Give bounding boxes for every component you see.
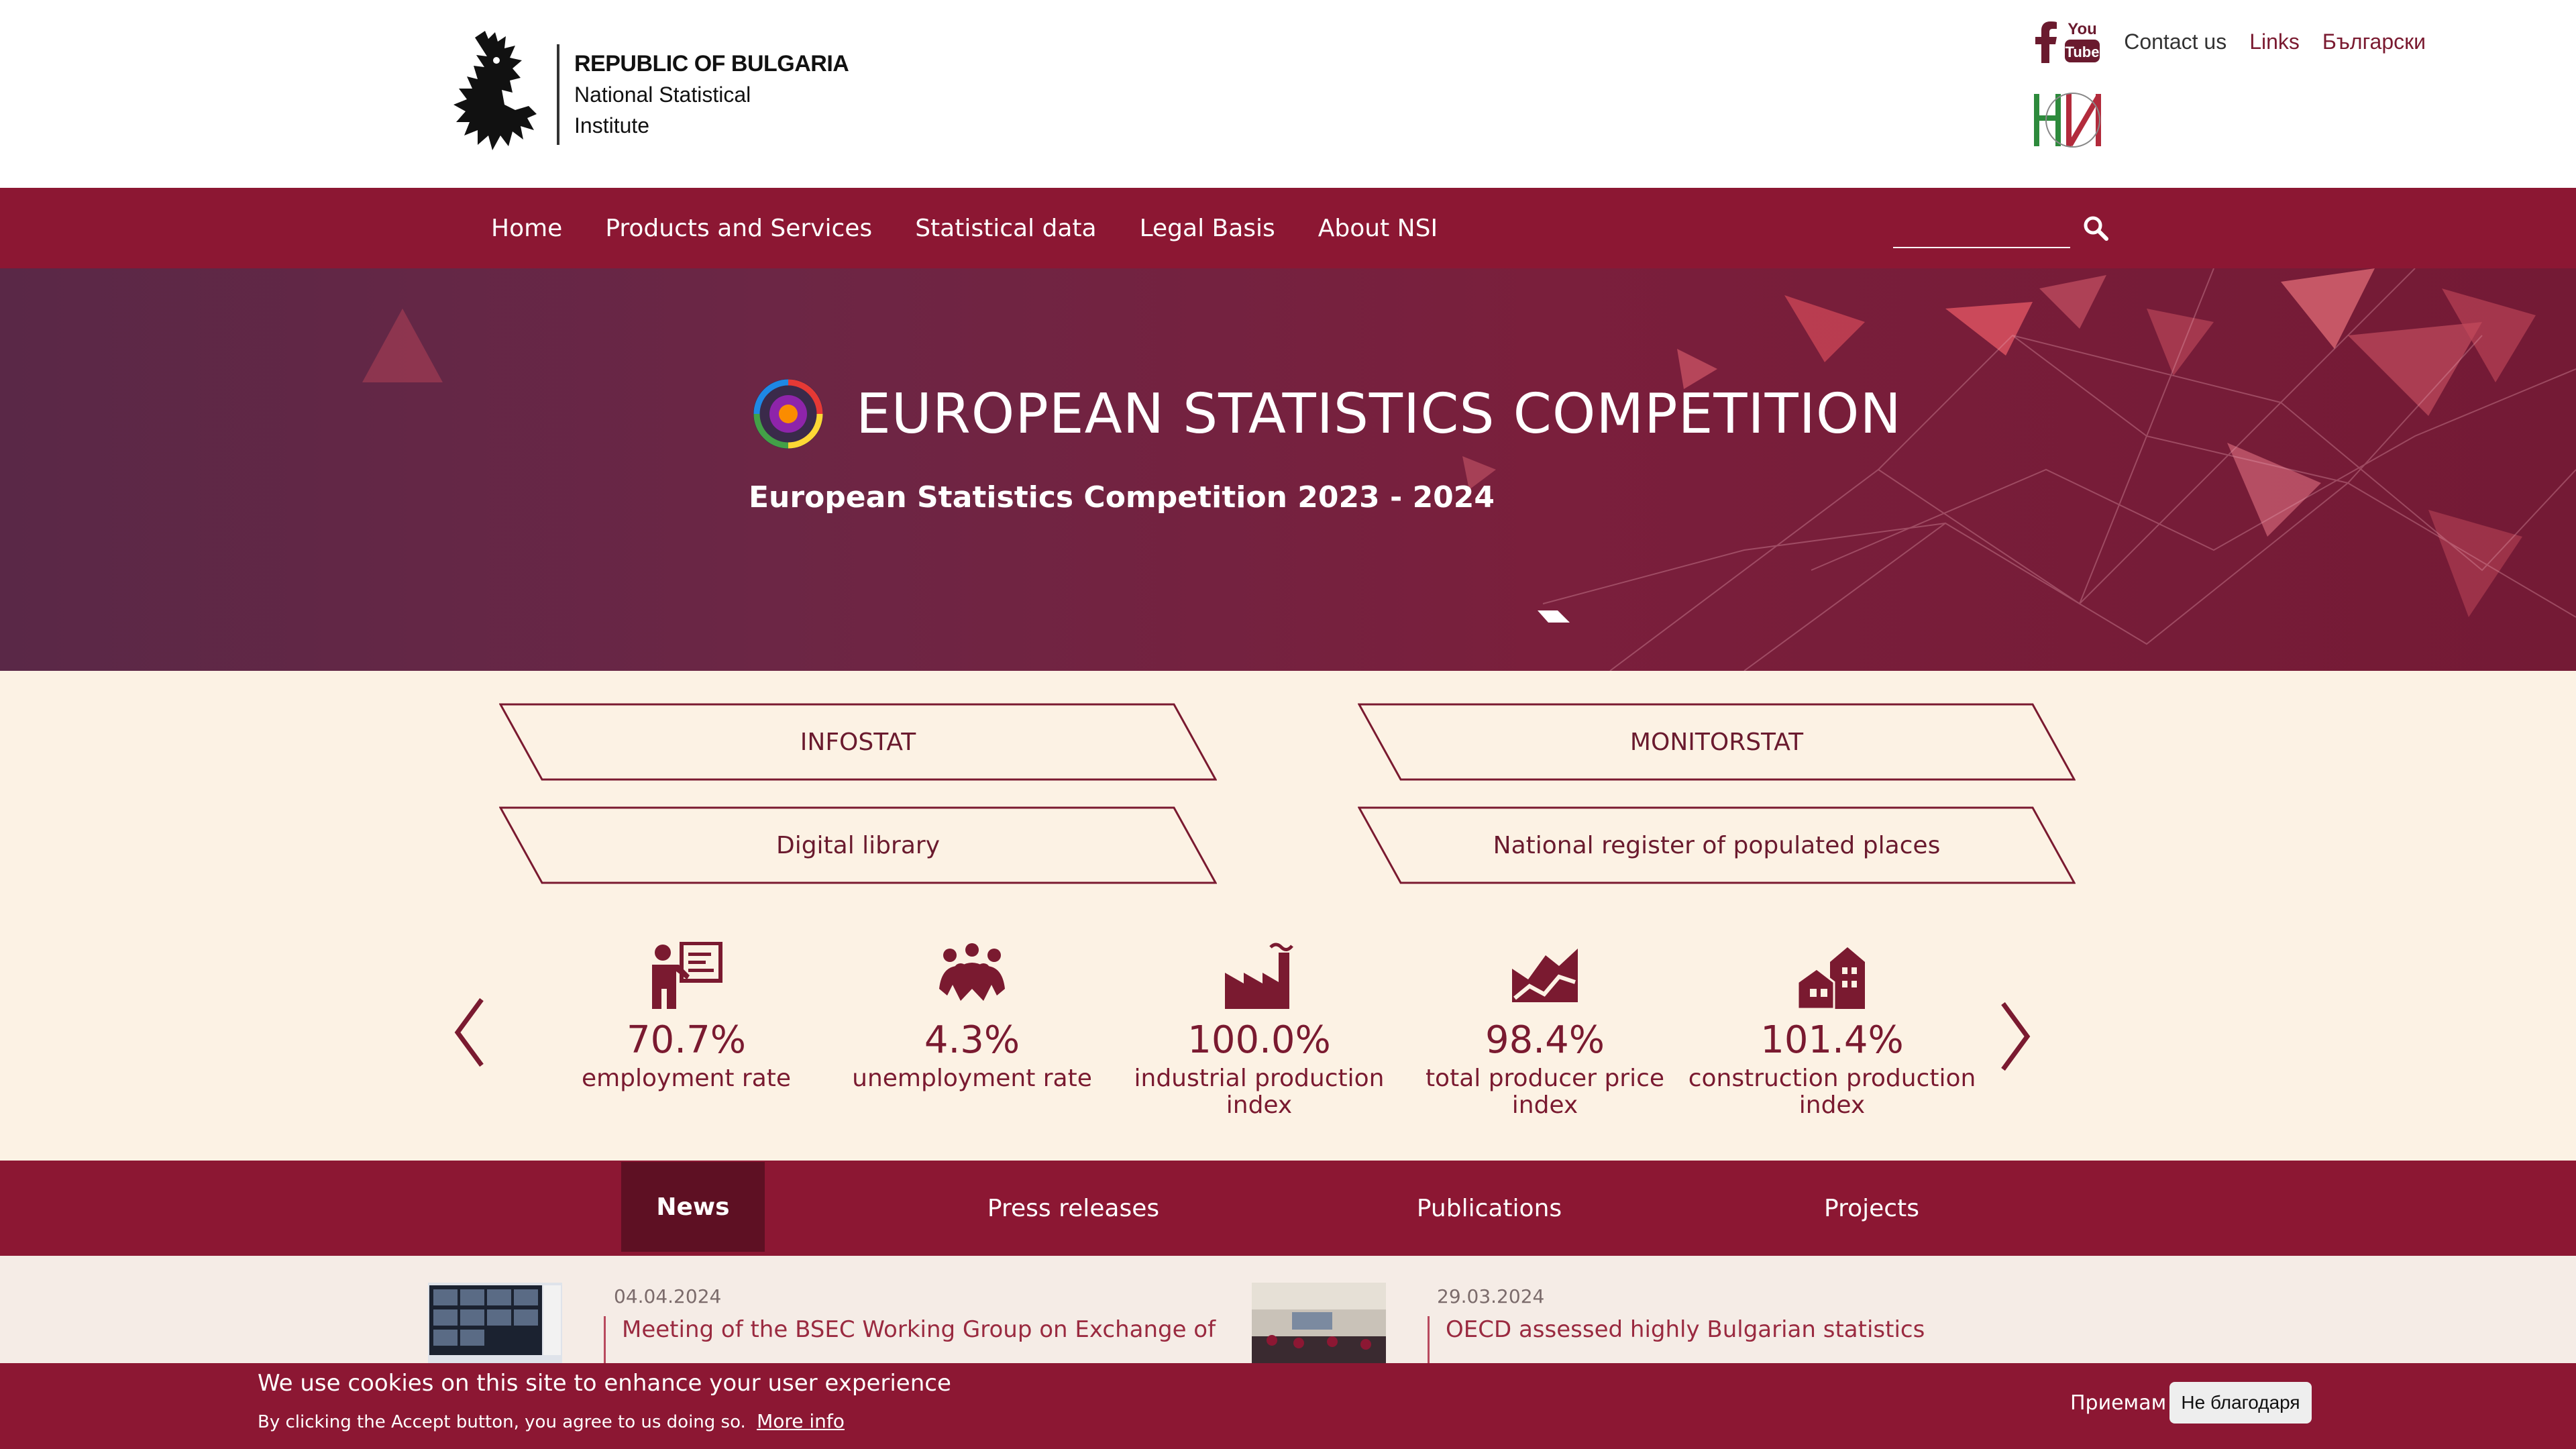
news-list: 04.04.2024 Meeting of the BSEC Working G… [0,1256,2576,1363]
cookie-consent-text: By clicking the Accept button, you agree… [258,1412,746,1432]
employment-rate-label: employment rate [581,1065,792,1092]
site-logo[interactable]: REPUBLIC OF BULGARIA National Statistica… [448,31,851,158]
header: REPUBLIC OF BULGARIA National Statistica… [0,0,2576,188]
logo-divider [557,44,559,145]
contact-us-link[interactable]: Contact us [2124,30,2226,54]
cookie-submessage: By clicking the Accept button, you agree… [258,1410,845,1432]
nav-statistical-data[interactable]: Statistical data [894,215,1118,242]
main-menu: Home Products and Services Statistical d… [470,188,1459,268]
cookie-banner: We use cookies on this site to enhance y… [0,1363,2576,1449]
hero-title: EUROPEAN STATISTICS COMPETITION [856,382,1902,446]
tab-publications[interactable]: Publications [1395,1161,1583,1256]
tab-news[interactable]: News [621,1162,765,1252]
digital-library-button[interactable]: Digital library [499,806,1217,884]
group-icon [939,943,1005,1001]
indicator-industrial-production[interactable]: 100.0% industrial production index [1115,942,1403,1119]
hero-title-row: EUROPEAN STATISTICS COMPETITION [750,376,1902,452]
populated-places-register-button[interactable]: National register of populated places [1358,806,2076,884]
nsi-monogram-icon[interactable] [2031,90,2114,150]
news-title-link[interactable]: Meeting of the BSEC Working Group on Exc… [604,1316,1216,1363]
search-input[interactable] [1893,215,2070,248]
construction-production-label: construction production index [1688,1065,1976,1119]
producer-price-index-label: total producer price index [1425,1065,1665,1119]
page: REPUBLIC OF BULGARIA National Statistica… [0,0,2576,1449]
factory-icon [1225,943,1293,1009]
infostat-label: INFOSTAT [800,728,916,756]
industrial-production-label: industrial production index [1134,1065,1385,1119]
search-icon[interactable] [2080,212,2112,244]
nav-home[interactable]: Home [470,215,584,242]
carousel-prev-icon[interactable] [449,996,490,1069]
news-title-link[interactable]: OECD assessed highly Bulgarian statistic… [1428,1316,1925,1363]
hero-banner[interactable]: EUROPEAN STATISTICS COMPETITION European… [0,268,2576,671]
language-link[interactable]: Български [2322,30,2426,54]
links-link[interactable]: Links [2249,30,2300,54]
social-links: You Tube [2034,18,2101,65]
news-thumbnail[interactable] [1252,1283,1386,1363]
facebook-icon[interactable] [2034,20,2058,63]
indicator-unemployment[interactable]: 4.3% unemployment rate [828,942,1116,1092]
tab-press-releases[interactable]: Press releases [973,1161,1174,1256]
content-tabs: News Press releases Publications Project… [0,1161,2576,1256]
main-nav: Home Products and Services Statistical d… [0,188,2576,268]
digital-library-label: Digital library [775,831,941,859]
populated-places-register-label: National register of populated places [1493,831,1941,859]
unemployment-rate-label: unemployment rate [852,1065,1092,1092]
tab-projects[interactable]: Projects [1811,1161,1932,1256]
youtube-icon[interactable]: You Tube [2063,18,2101,65]
infostat-button[interactable]: INFOSTAT [499,703,1217,781]
producer-price-index-value: 98.4% [1485,1018,1605,1062]
construction-production-value: 101.4% [1760,1018,1904,1062]
nav-about-nsi[interactable]: About NSI [1297,215,1459,242]
logo-text: REPUBLIC OF BULGARIA National Statistica… [574,48,849,141]
more-info-link[interactable]: More info [757,1410,845,1432]
quick-access-section: INFOSTAT MONITORSTAT Digital library Nat… [0,671,2576,1161]
youtube-tube-text: Tube [2065,44,2100,60]
top-links: You Tube Contact us Links Български [2034,15,2426,68]
buildings-icon [1796,947,1865,1010]
monitorstat-button[interactable]: MONITORSTAT [1358,703,2076,781]
lion-coat-of-arms-icon [453,31,537,150]
unemployment-rate-value: 4.3% [924,1018,1020,1062]
news-date: 29.03.2024 [1437,1285,1545,1307]
indicator-producer-price[interactable]: 98.4% total producer price index [1401,942,1689,1119]
logo-subtitle-2: Institute [574,113,650,138]
area-chart-icon [1512,949,1578,1002]
news-thumbnail[interactable] [428,1283,562,1363]
slider-indicator-icon[interactable] [1538,609,1570,624]
presenter-icon [652,942,722,1009]
youtube-you-text: You [2068,20,2097,38]
decline-cookies-button[interactable]: Не благодаря [2169,1382,2312,1424]
nav-products-services[interactable]: Products and Services [584,215,894,242]
monitorstat-label: MONITORSTAT [1629,728,1804,756]
hero-subtitle[interactable]: European Statistics Competition 2023 - 2… [749,480,1495,515]
industrial-production-value: 100.0% [1187,1018,1331,1062]
news-date: 04.04.2024 [614,1285,722,1307]
nav-legal-basis[interactable]: Legal Basis [1118,215,1297,242]
employment-rate-value: 70.7% [627,1018,746,1062]
logo-subtitle-1: National Statistical [574,83,751,107]
logo-title: REPUBLIC OF BULGARIA [574,51,849,76]
carousel-next-icon[interactable] [1995,1000,2035,1073]
hero-background-graphic [362,268,2576,671]
accept-cookies-button[interactable]: Приемам [2070,1391,2166,1415]
indicator-construction-production[interactable]: 101.4% construction production index [1688,942,1976,1119]
esc-logo-icon [753,379,823,449]
indicator-employment[interactable]: 70.7% employment rate [542,942,830,1092]
cookie-message: We use cookies on this site to enhance y… [258,1370,951,1397]
